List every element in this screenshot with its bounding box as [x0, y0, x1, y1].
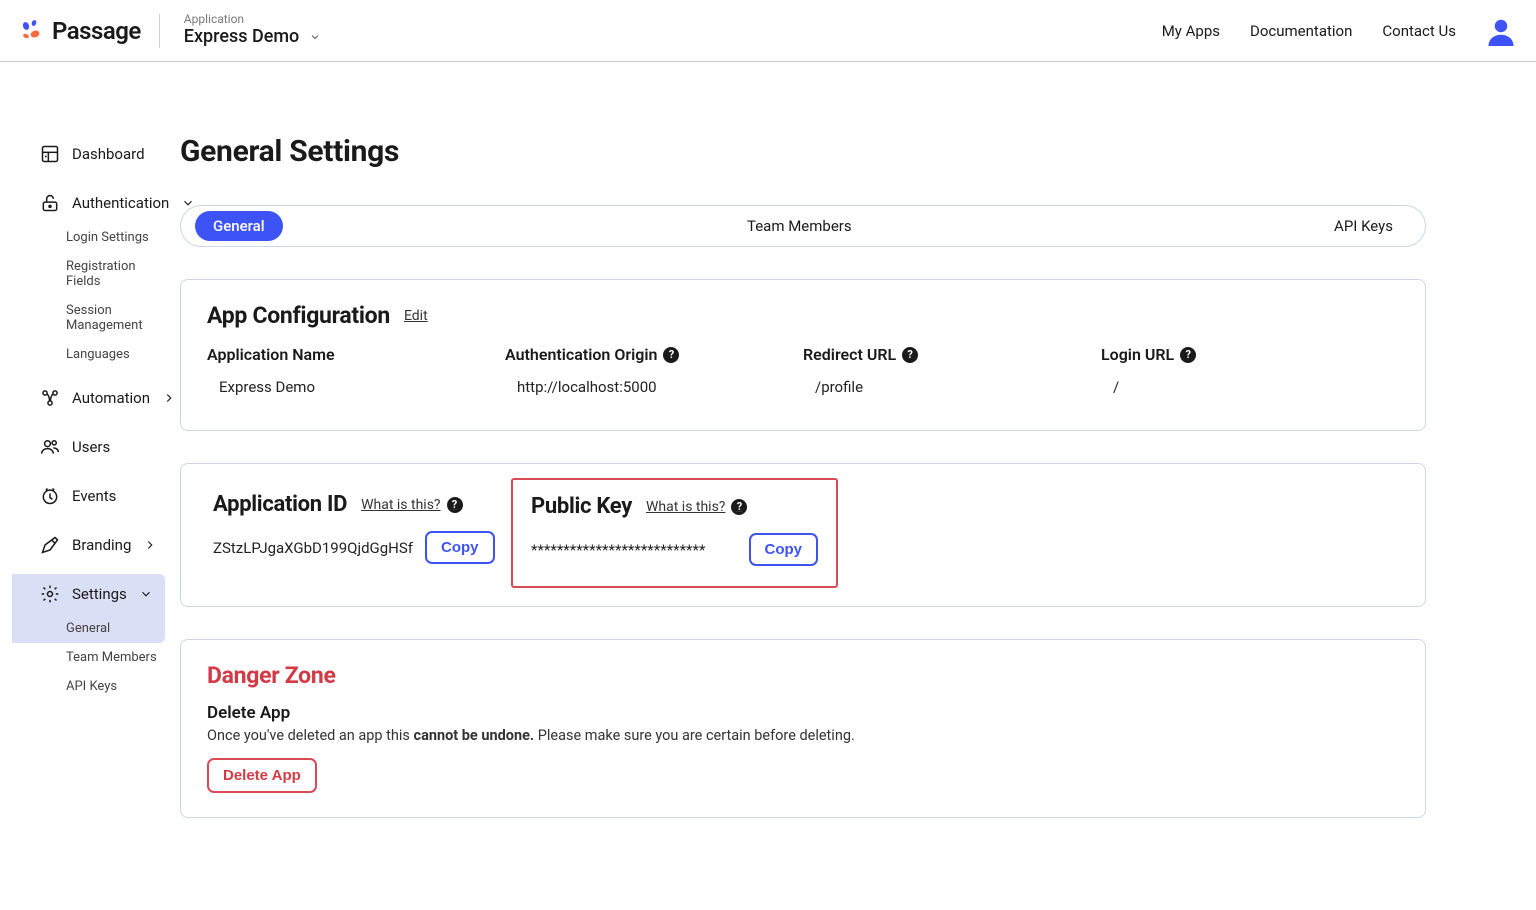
- divider: [159, 14, 160, 48]
- block-title: Public Key: [531, 494, 632, 519]
- help-icon[interactable]: ?: [902, 347, 918, 363]
- chevron-right-icon: [143, 538, 157, 552]
- topbar: Passage Application Express Demo My Apps…: [0, 0, 1536, 62]
- field-redirect-url: Redirect URL ? /profile: [803, 345, 1101, 396]
- tab-team-members[interactable]: Team Members: [729, 211, 870, 241]
- danger-title: Danger Zone: [207, 662, 1399, 689]
- dashboard-icon: [40, 144, 60, 164]
- block-title: Application ID: [213, 492, 347, 517]
- sidebar-item-label: Events: [72, 487, 116, 505]
- sidebar-item-authentication[interactable]: Authentication: [12, 183, 165, 223]
- sidebar-item-label: Settings: [72, 585, 127, 603]
- field-login-url: Login URL ? /: [1101, 345, 1399, 396]
- app-picker-value: Express Demo: [184, 27, 299, 48]
- sidebar-group-settings: Settings General: [12, 574, 165, 643]
- what-is-this-link[interactable]: What is this? ?: [646, 499, 747, 515]
- field-label: Authentication Origin: [505, 345, 657, 364]
- public-key-block: Public Key What is this? ? *************…: [511, 478, 838, 588]
- copy-publickey-button[interactable]: Copy: [749, 533, 819, 566]
- field-label: Redirect URL: [803, 345, 896, 364]
- sidebar: Dashboard Authentication Login Settings …: [0, 62, 165, 910]
- sidebar-sub-session-management[interactable]: Session Management: [12, 296, 165, 340]
- nav-my-apps[interactable]: My Apps: [1162, 22, 1220, 40]
- tab-strip: General Team Members API Keys: [180, 205, 1426, 247]
- chevron-down-icon: [139, 587, 153, 601]
- what-is-this-link[interactable]: What is this? ?: [361, 497, 462, 513]
- brand[interactable]: Passage: [20, 17, 141, 45]
- sidebar-item-label: Authentication: [72, 194, 169, 212]
- field-auth-origin: Authentication Origin ? http://localhost…: [505, 345, 803, 396]
- application-id-value: ZStzLPJgaXGbD199QjdGgHSf: [213, 539, 413, 557]
- sidebar-sub-languages[interactable]: Languages: [12, 340, 165, 369]
- sidebar-item-settings[interactable]: Settings: [12, 574, 165, 614]
- gear-icon: [40, 584, 60, 604]
- chevron-down-icon: [309, 31, 321, 43]
- help-icon[interactable]: ?: [663, 347, 679, 363]
- unlock-icon: [40, 193, 60, 213]
- automation-icon: [40, 388, 60, 408]
- sidebar-item-label: Users: [72, 438, 110, 456]
- chevron-right-icon: [162, 391, 176, 405]
- tab-general[interactable]: General: [195, 211, 283, 241]
- app-configuration-card: App Configuration Edit Application Name …: [180, 279, 1426, 431]
- sidebar-item-label: Branding: [72, 536, 131, 554]
- sidebar-item-dashboard[interactable]: Dashboard: [12, 134, 165, 174]
- copy-appid-button[interactable]: Copy: [425, 531, 495, 564]
- nav-contact[interactable]: Contact Us: [1382, 22, 1456, 40]
- public-key-value: ***************************: [531, 541, 705, 559]
- content: General Settings General Team Members AP…: [165, 62, 1536, 910]
- delete-app-button[interactable]: Delete App: [207, 758, 317, 793]
- sidebar-item-label: Dashboard: [72, 145, 145, 163]
- nav-documentation[interactable]: Documentation: [1250, 22, 1352, 40]
- sidebar-item-label: Automation: [72, 389, 150, 407]
- danger-zone-card: Danger Zone Delete App Once you've delet…: [180, 639, 1426, 818]
- users-icon: [40, 437, 60, 457]
- app-picker-label: Application: [184, 13, 321, 27]
- brand-logo-icon: [20, 19, 44, 43]
- field-label: Application Name: [207, 345, 335, 364]
- chevron-down-icon: [181, 196, 195, 210]
- app-picker[interactable]: Application Express Demo: [184, 13, 321, 47]
- edit-link[interactable]: Edit: [404, 308, 428, 324]
- tab-api-keys[interactable]: API Keys: [1316, 211, 1411, 241]
- help-icon: ?: [447, 497, 463, 513]
- sidebar-item-users[interactable]: Users: [12, 427, 165, 467]
- sidebar-sub-team-members[interactable]: Team Members: [12, 643, 165, 672]
- sidebar-sub-api-keys[interactable]: API Keys: [12, 672, 165, 701]
- branding-icon: [40, 535, 60, 555]
- id-publickey-card: Application ID What is this? ? ZStzLPJga…: [180, 463, 1426, 607]
- danger-subtitle: Delete App: [207, 703, 1399, 723]
- events-icon: [40, 486, 60, 506]
- sidebar-item-events[interactable]: Events: [12, 476, 165, 516]
- card-title: App Configuration: [207, 302, 390, 329]
- top-nav: My Apps Documentation Contact Us: [1162, 16, 1516, 46]
- field-value: /: [1101, 378, 1399, 396]
- help-icon[interactable]: ?: [1180, 347, 1196, 363]
- sidebar-item-automation[interactable]: Automation: [12, 378, 165, 418]
- help-icon: ?: [731, 499, 747, 515]
- application-id-block: Application ID What is this? ? ZStzLPJga…: [195, 478, 511, 588]
- field-value: http://localhost:5000: [505, 378, 803, 396]
- sidebar-sub-general[interactable]: General: [12, 614, 165, 643]
- page-title: General Settings: [180, 134, 1426, 169]
- danger-text: Once you've deleted an app this cannot b…: [207, 727, 1399, 744]
- sidebar-sub-registration-fields[interactable]: Registration Fields: [12, 252, 165, 296]
- field-application-name: Application Name Express Demo: [207, 345, 505, 396]
- sidebar-sub-login-settings[interactable]: Login Settings: [12, 223, 165, 252]
- brand-name: Passage: [52, 17, 141, 45]
- avatar[interactable]: [1486, 16, 1516, 46]
- field-label: Login URL: [1101, 345, 1174, 364]
- field-value: /profile: [803, 378, 1101, 396]
- sidebar-item-branding[interactable]: Branding: [12, 525, 165, 565]
- field-value: Express Demo: [207, 378, 505, 396]
